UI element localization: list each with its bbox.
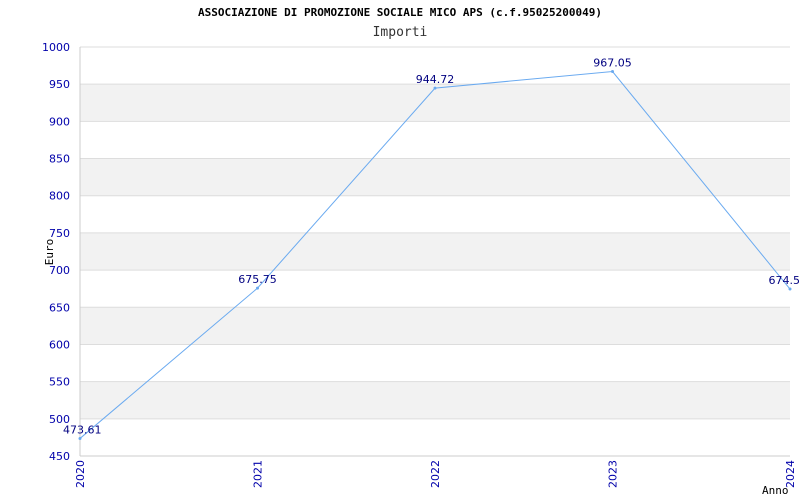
data-label: 675.75 [238,273,277,286]
y-tick-label: 950 [49,78,70,91]
data-point [611,70,614,74]
x-axis-title: Anno [762,484,789,497]
y-tick-label: 550 [49,376,70,389]
plot-band [80,381,790,419]
x-tick-label: 2020 [74,460,87,488]
plot-band [80,270,790,308]
plot-band [80,84,790,122]
data-point [788,287,792,291]
y-tick-label: 750 [49,227,70,240]
data-point [433,86,437,90]
data-point [256,286,259,290]
data-label: 473.61 [63,423,102,436]
plot-band [80,418,790,456]
x-tick-label: 2023 [607,460,620,488]
line-chart-plot: 4505005506006507007508008509009501000202… [42,41,800,497]
plot-band [80,121,790,159]
x-tick-label: 2022 [429,460,442,488]
y-tick-label: 650 [49,301,70,314]
plot-band [80,344,790,382]
plot-band [80,307,790,345]
plot-band [80,158,790,196]
data-label: 967.05 [593,57,632,70]
data-label: 674.5 [769,274,800,287]
x-tick-label: 2021 [252,460,265,488]
chart: ASSOCIAZIONE DI PROMOZIONE SOCIALE MICO … [0,0,800,500]
plot-band [80,195,790,233]
y-tick-label: 1000 [42,41,70,54]
data-point [78,436,82,440]
plot-band [80,232,790,271]
y-tick-label: 900 [49,115,70,128]
data-label: 944.72 [416,73,455,86]
y-tick-label: 600 [49,338,70,351]
y-axis-title: Euro [43,239,56,266]
y-tick-label: 800 [49,190,70,203]
y-tick-label: 850 [49,153,70,166]
y-tick-label: 450 [49,450,70,463]
